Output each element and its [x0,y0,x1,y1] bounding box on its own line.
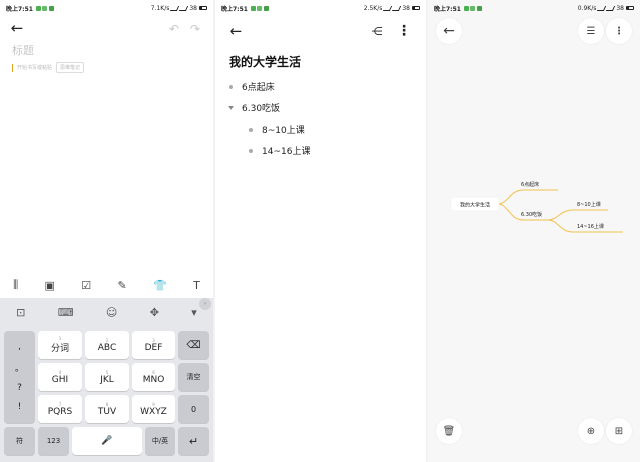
add-child-node-icon[interactable]: ⊞ [606,418,632,444]
wifi-icon [179,5,189,11]
outline-item[interactable]: 6点起床 [229,80,275,93]
mindmap-branch-label[interactable]: 6.30吃饭 [521,211,542,218]
title-input[interactable]: 标题 [12,42,34,58]
bullet-icon [249,148,253,153]
app-icon [257,5,263,11]
outline-item[interactable]: 14~16上课 [249,144,310,157]
zero-key[interactable]: 0 [178,395,209,423]
symbol-key[interactable]: 符 [4,427,35,455]
battery-icon [199,6,207,10]
pen-icon[interactable]: ✎ [117,279,126,292]
screenshot-root: 晚上7:51 7.1K/s 38 ← ↶ ↷ 标题 开始书写或粘贴 思维笔记 ⫼… [0,0,640,462]
toolbox-icon[interactable]: ⊡ [16,306,25,319]
mindmap-branch-label[interactable]: 6点起床 [521,181,539,188]
outline-item[interactable]: 6.30吃饭 [228,101,280,114]
microphone-icon: 🎤 [101,436,113,446]
period-key[interactable]: 。 [15,361,24,374]
checkbox-icon[interactable]: ☑ [81,279,91,292]
cursor-move-icon[interactable]: ✥ [150,306,159,319]
number-key[interactable]: 123 [38,427,69,455]
more-options-icon[interactable]: ⋮ [397,23,411,39]
battery-level: 38 [402,4,410,12]
emoji-icon[interactable]: ☺ [106,306,117,319]
trash-icon[interactable]: 🗑 [436,418,462,444]
collapse-triangle-icon[interactable] [228,105,234,110]
add-sibling-node-icon[interactable]: ⊕ [578,418,604,444]
editor-screen: 晚上7:51 7.1K/s 38 ← ↶ ↷ 标题 开始书写或粘贴 思维笔记 ⫼… [0,0,213,462]
connector-line [547,209,608,221]
outline-screen: 晚上7:51 2.5K/s 38 ← ⋲ ⋮ 我的大学生活 6点起床 6.30吃… [215,0,426,462]
network-speed: 2.5K/s [363,4,383,12]
enter-key[interactable]: ↵ [178,427,209,455]
mindmap-canvas: 我的大学生活 6点起床 6.30吃饭 8~10上课 14~16上课 [450,181,623,233]
key-9[interactable]: 9 WXYZ [132,395,175,423]
status-time: 晚上7:51 [221,5,248,13]
mindmap-leaf-label[interactable]: 14~16上课 [577,223,604,230]
key-1[interactable]: 1 分词 [38,331,82,359]
wechat-icon [250,5,256,11]
undo-icon[interactable]: ↶ [166,21,182,37]
text-icon[interactable]: T [193,279,200,292]
mindmap-view-icon[interactable]: ⋲ [369,23,385,39]
text-cursor [12,63,13,72]
key-6[interactable]: 6 MNO [132,363,175,391]
mindmap-tag[interactable]: 思维笔记 [56,62,85,73]
status-bar: 晚上7:51 7.1K/s 38 [0,0,213,16]
delete-key[interactable]: ⌫ [178,331,209,359]
wechat-icon [35,5,41,11]
format-toolbar: ⫼ ▣ ☑ ✎ 👕 T [0,276,213,294]
mindmap-root-label[interactable]: 我的大学生活 [460,202,490,209]
shirt-icon[interactable]: 👕 [153,279,167,292]
keyboard-top-bar: ⊡ ⌨ ☺ ✥ ▾ [0,298,213,326]
bullet-icon [229,84,233,89]
key-8[interactable]: 8 TUV [85,395,129,423]
mindmap-leaf-label[interactable]: 8~10上课 [577,201,601,208]
back-arrow-icon[interactable]: ← [227,22,245,40]
wifi-icon [392,5,402,11]
bullet-icon [249,127,253,132]
battery-level: 38 [189,4,197,12]
audio-icon[interactable]: ⫼ [13,278,18,292]
app-icon [48,5,54,11]
body-placeholder: 开始书写或粘贴 [17,65,53,71]
image-icon[interactable]: ▣ [45,279,55,292]
hide-keyboard-icon[interactable]: ▾ [191,306,197,319]
network-speed: 7.1K/s [150,4,170,12]
punctuation-column: , 。 ? ! [4,331,35,423]
connector-line [497,189,558,205]
keyboard-icon[interactable]: ⌨ [58,306,74,319]
language-switch-key[interactable]: 中/英 [145,427,175,455]
app-icon [42,5,48,11]
back-arrow-icon[interactable]: ← [8,19,26,37]
clear-key[interactable]: 清空 [178,363,209,391]
keyboard-collapse-icon[interactable]: › [199,298,211,310]
document-title: 我的大学生活 [229,55,302,69]
key-5[interactable]: 5 JKL [85,363,129,391]
question-key[interactable]: ? [17,383,22,393]
status-bar: 晚上7:51 2.5K/s 38 [215,0,426,16]
body-placeholder-row[interactable]: 开始书写或粘贴 思维笔记 [12,62,85,73]
outline-item[interactable]: 8~10上课 [249,123,305,136]
key-3[interactable]: 3 DEF [132,331,175,359]
space-key[interactable]: 🎤 [72,427,142,455]
key-2[interactable]: 2 ABC [85,331,129,359]
redo-icon[interactable]: ↷ [187,21,203,37]
key-7[interactable]: 7 PQRS [38,395,82,423]
comma-key[interactable]: , [18,342,21,352]
mindmap-screen: 晚上7:51 0.9K/s 38 ← ☰ ⋮ 我的大学生活 6点起床 6.30吃… [428,0,640,462]
exclaim-key[interactable]: ! [18,402,22,412]
status-time: 晚上7:51 [6,5,33,13]
mindmap-connectors [497,189,623,233]
app-icon [263,5,269,11]
key-4[interactable]: 4 GHI [38,363,82,391]
battery-icon [412,6,420,10]
